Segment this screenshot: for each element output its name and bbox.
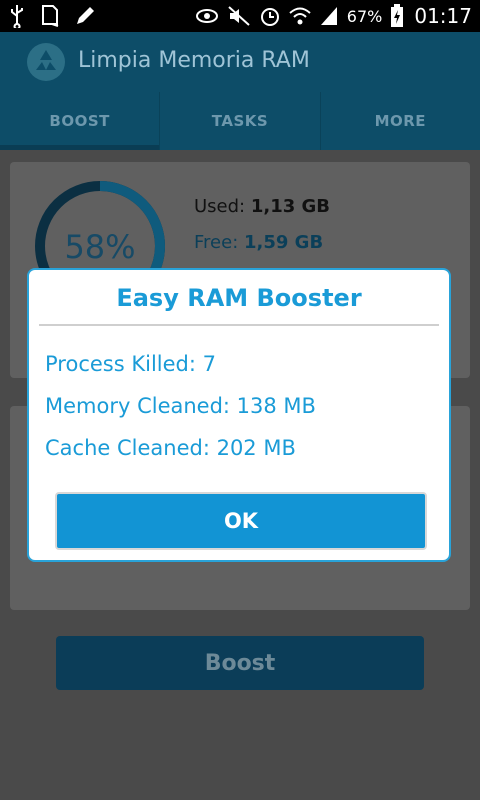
eye-icon <box>195 7 219 25</box>
memory-cleaned-text: Memory Cleaned: 138 MB <box>45 394 316 418</box>
ok-button[interactable]: OK <box>55 492 427 550</box>
dialog-title: Easy RAM Booster <box>116 284 362 312</box>
mute-icon <box>227 5 251 27</box>
dialog-divider <box>39 324 439 326</box>
app-title: Limpia Memoria RAM <box>78 48 310 73</box>
battery-charging-icon <box>390 4 404 28</box>
memory-percent: 58% <box>64 228 136 266</box>
used-value: 1,13 GB <box>250 196 331 217</box>
free-label: Free: <box>194 232 239 253</box>
wifi-icon <box>289 5 311 27</box>
cache-cleaned-text: Cache Cleaned: 202 MB <box>45 436 296 460</box>
free-memory: Free: 1,59 GB <box>194 232 323 253</box>
process-killed-text: Process Killed: 7 <box>45 352 216 376</box>
usb-icon <box>8 4 26 28</box>
sd-card-icon <box>40 4 60 28</box>
tab-tasks[interactable]: TASKS <box>160 92 321 150</box>
result-dialog: Easy RAM Booster Process Killed: 7 Memor… <box>27 268 451 562</box>
used-memory: Used: 1,13 GB <box>194 196 330 217</box>
clock: 01:17 <box>414 4 472 28</box>
tab-more[interactable]: MORE <box>321 92 480 150</box>
boost-button[interactable]: Boost <box>56 636 424 690</box>
system-indicators: 67% 01:17 <box>195 4 472 28</box>
status-bar: 67% 01:17 <box>0 0 480 32</box>
free-value: 1,59 GB <box>244 232 324 253</box>
battery-percent: 67% <box>346 6 383 26</box>
edit-icon <box>74 4 96 28</box>
tab-bar: BOOST TASKS MORE <box>0 92 480 150</box>
app-bar: Limpia Memoria RAM <box>0 32 480 92</box>
alarm-icon <box>259 5 281 27</box>
notification-icons <box>8 4 96 28</box>
tab-boost[interactable]: BOOST <box>0 92 161 150</box>
used-label: Used: <box>194 196 246 217</box>
signal-icon <box>319 5 339 27</box>
recycle-icon <box>26 42 66 82</box>
